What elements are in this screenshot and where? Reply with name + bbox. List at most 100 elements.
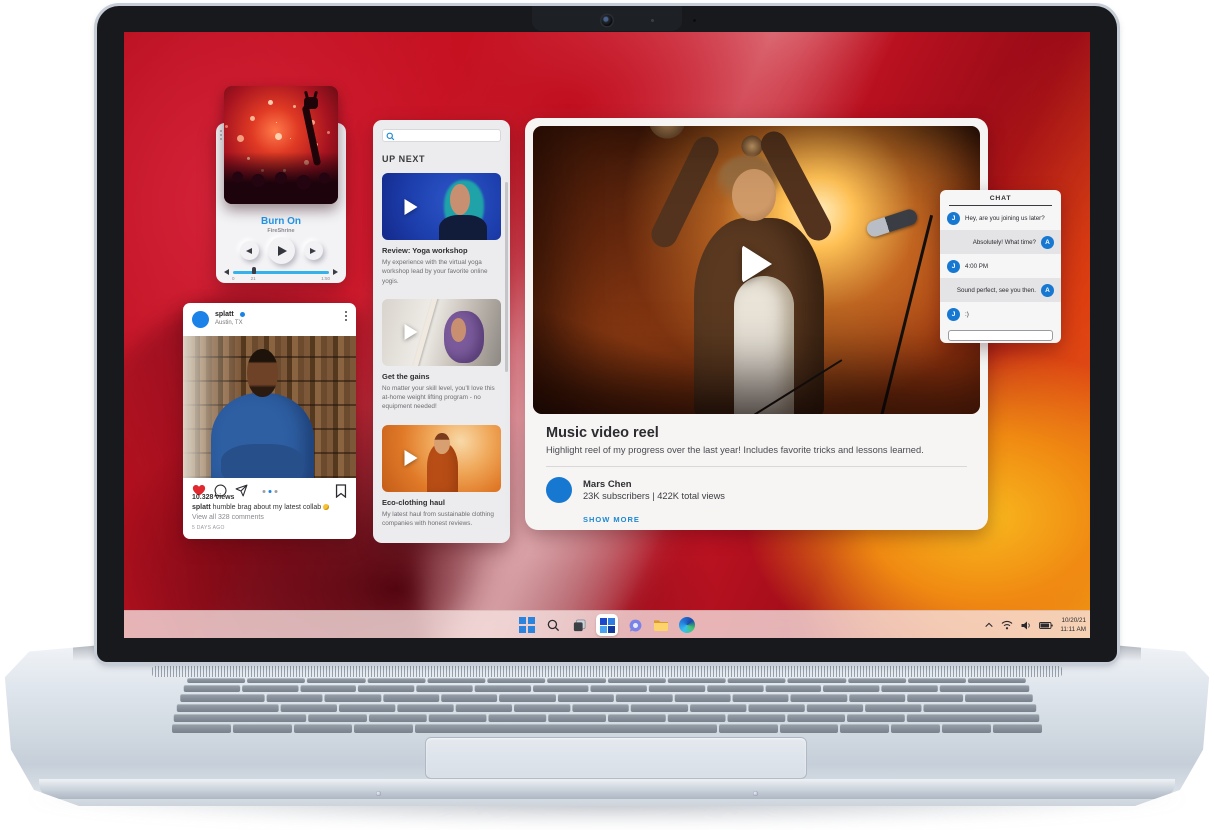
laptop-product-shot: Burn On FireShrine 0 21 1:50 splatt Aust… — [0, 0, 1214, 830]
chevron-up-icon[interactable] — [984, 621, 994, 629]
keyboard-key — [806, 704, 864, 712]
progress-current: 21 — [250, 276, 256, 281]
rock-hand-sign — [303, 90, 318, 109]
thumbnail-figure — [439, 214, 487, 240]
keyboard-key — [232, 724, 292, 734]
progress-slider[interactable] — [233, 266, 329, 274]
keyboard-key — [631, 704, 689, 712]
chat-bubble-icon — [629, 619, 641, 631]
keyboard-key — [668, 678, 727, 684]
verified-badge-icon — [240, 312, 245, 317]
slider-thumb[interactable] — [252, 266, 257, 274]
message-text: Hey, are you joining us later? — [965, 214, 1045, 222]
carousel-dots — [262, 490, 277, 493]
keyboard-key — [787, 713, 846, 723]
avatar: J — [947, 307, 960, 321]
start-button[interactable] — [518, 616, 536, 634]
person-head — [247, 348, 279, 398]
teams-chat-button[interactable] — [626, 616, 644, 634]
show-more-button[interactable]: SHOW MORE — [583, 515, 980, 524]
view-count: 10.328 views — [192, 494, 235, 501]
keyboard-key — [180, 694, 266, 703]
video-thumbnail[interactable] — [382, 298, 501, 366]
keyboard-key — [674, 694, 731, 703]
previous-icon — [246, 247, 252, 254]
keyboard — [172, 678, 1042, 734]
share-icon[interactable] — [235, 484, 248, 497]
play-icon[interactable] — [404, 324, 418, 341]
video-player-card: Music video reel Highlight reel of my pr… — [525, 118, 988, 530]
keyboard-key — [499, 694, 557, 703]
video-title[interactable]: Get the gains — [382, 372, 501, 381]
caption-username[interactable]: splatt — [192, 504, 211, 511]
battery-icon[interactable] — [1039, 621, 1054, 630]
next-button[interactable] — [303, 241, 323, 260]
keyboard-key — [367, 678, 426, 684]
keyboard-key — [474, 685, 531, 693]
search-button[interactable] — [544, 616, 562, 634]
previous-button[interactable] — [239, 241, 259, 260]
up-next-item[interactable]: Eco-clothing haul My latest haul from su… — [382, 424, 501, 529]
keyboard-key — [280, 704, 338, 712]
chat-message: Sound perfect, see you then. A — [940, 278, 1061, 302]
avatar[interactable] — [192, 311, 209, 328]
keyboard-key — [881, 685, 938, 693]
channel-avatar[interactable] — [546, 477, 572, 503]
video-description: Highlight reel of my progress over the l… — [546, 445, 924, 455]
search-bar[interactable] — [382, 129, 501, 142]
keyboard-key — [728, 678, 787, 684]
volume-mute-icon[interactable] — [224, 269, 229, 275]
up-next-item[interactable]: Review: Yoga workshop My experience with… — [382, 173, 501, 286]
scrollbar[interactable] — [505, 182, 508, 372]
video-title[interactable]: Eco-clothing haul — [382, 498, 501, 507]
chat-header: CHAT — [989, 195, 1012, 202]
channel-name[interactable]: Mars Chen — [583, 479, 632, 490]
windows-logo-icon — [519, 617, 535, 633]
view-comments-link[interactable]: View all 328 comments — [192, 514, 264, 521]
video-thumbnail[interactable] — [382, 173, 501, 240]
volume-icon[interactable] — [333, 269, 338, 275]
video-thumbnail[interactable] — [382, 424, 501, 492]
keyboard-key — [791, 694, 848, 703]
trackpad — [425, 737, 807, 779]
keyboard-key — [865, 704, 922, 712]
bookmark-icon[interactable] — [335, 484, 347, 498]
location[interactable]: Austin, TX — [215, 320, 243, 326]
keyboard-key — [779, 724, 839, 734]
keyboard-key — [616, 694, 673, 703]
keyboard-key — [267, 694, 324, 703]
webcam-icon — [601, 15, 613, 26]
keyboard-key — [707, 685, 764, 693]
play-icon[interactable] — [741, 245, 772, 284]
message-text: :) — [965, 310, 969, 318]
up-next-item[interactable]: Get the gains No matter your skill level… — [382, 298, 501, 412]
post-header: splatt Austin, TX — [183, 303, 356, 336]
chat-input[interactable] — [948, 330, 1053, 341]
search-input[interactable] — [396, 130, 496, 141]
keyboard-key — [923, 704, 1037, 712]
pinned-app-active-button[interactable] — [596, 614, 618, 636]
video-player[interactable] — [533, 126, 980, 414]
keyboard-key — [823, 685, 880, 693]
wifi-icon[interactable] — [1001, 620, 1013, 630]
keyboard-key — [941, 724, 991, 734]
play-icon[interactable] — [404, 198, 418, 215]
speaker-icon[interactable] — [1020, 620, 1032, 631]
clock[interactable]: 10/20/21 11:11 AM — [1060, 616, 1086, 634]
post-photo — [183, 336, 356, 478]
edge-browser-button[interactable] — [678, 616, 696, 634]
username[interactable]: splatt — [215, 311, 234, 318]
keyboard-key — [547, 678, 607, 684]
laptop-screen: Burn On FireShrine 0 21 1:50 splatt Aust… — [97, 6, 1117, 662]
more-menu-icon[interactable] — [345, 311, 347, 321]
tray-time: 11:11 AM — [1060, 626, 1086, 633]
drag-handle-icon[interactable] — [220, 130, 222, 140]
play-button[interactable] — [267, 237, 295, 264]
video-title[interactable]: Review: Yoga workshop — [382, 246, 501, 255]
task-view-button[interactable] — [570, 616, 588, 634]
play-icon[interactable] — [404, 450, 418, 467]
thumbnail-figure — [434, 432, 450, 455]
file-explorer-button[interactable] — [652, 616, 670, 634]
keyboard-key — [514, 704, 572, 712]
avatar: A — [1041, 283, 1054, 297]
